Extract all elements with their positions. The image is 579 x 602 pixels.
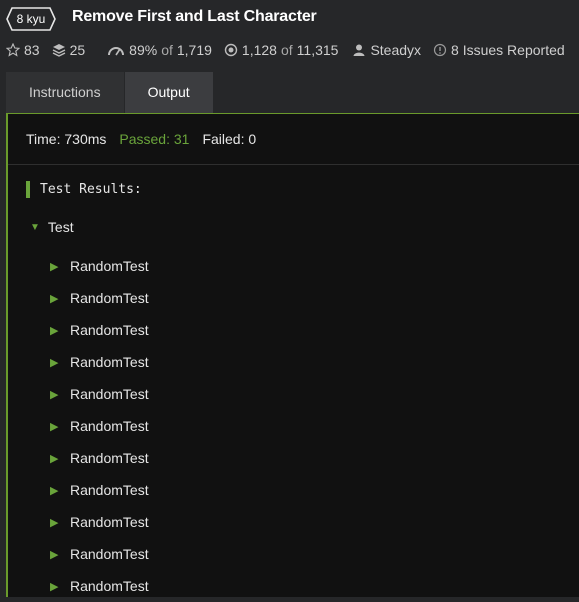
test-item-label: RandomTest: [70, 354, 149, 370]
rank-label: 8 kyu: [16, 12, 46, 26]
caret-right-icon: ▶: [50, 548, 59, 561]
author-name: Steadyx: [370, 42, 422, 58]
votes-of-label: of: [161, 42, 173, 58]
test-item-label: RandomTest: [70, 578, 149, 594]
caret-right-icon: ▶: [50, 452, 59, 465]
passed-label: Passed: 31: [119, 131, 190, 147]
test-item-label: RandomTest: [70, 258, 149, 274]
caret-right-icon: ▶: [50, 516, 59, 529]
author-stat[interactable]: Steadyx: [352, 42, 421, 58]
test-item[interactable]: ▶ RandomTest: [50, 282, 149, 314]
tab-output[interactable]: Output: [124, 72, 214, 113]
caret-right-icon: ▶: [50, 260, 59, 273]
satisfaction-stat: 89% of 1,719: [107, 42, 212, 58]
caret-right-icon: ▶: [50, 484, 59, 497]
issues-label: 8 Issues Reported: [451, 42, 565, 58]
info-icon: [433, 43, 447, 57]
test-item-label: RandomTest: [70, 514, 149, 530]
test-item[interactable]: ▶ RandomTest: [50, 250, 149, 282]
attempts-of-label: of: [280, 42, 293, 58]
stars-stat[interactable]: 83: [6, 42, 40, 58]
tab-instructions[interactable]: Instructions: [6, 72, 125, 113]
kata-stats: 83 25 89% of 1,719 1,128 of 11,315 Stead…: [6, 40, 577, 60]
test-item-label: RandomTest: [70, 450, 149, 466]
target-icon: [224, 43, 238, 57]
attempts-count: 11,315: [296, 42, 339, 58]
test-item-label: RandomTest: [70, 290, 149, 306]
caret-down-icon: ▼: [30, 221, 40, 233]
caret-right-icon: ▶: [50, 420, 59, 433]
test-item-label: RandomTest: [70, 546, 149, 562]
test-item-label: RandomTest: [70, 482, 149, 498]
time-label: Time: 730ms: [26, 131, 107, 147]
test-item[interactable]: ▶ RandomTest: [50, 538, 149, 570]
caret-right-icon: ▶: [50, 356, 59, 369]
caret-right-icon: ▶: [50, 292, 59, 305]
completions-stat: 1,128 of 11,315: [224, 42, 339, 58]
test-item-label: RandomTest: [70, 322, 149, 338]
collections-count: 25: [69, 42, 86, 58]
user-icon: [353, 44, 365, 56]
test-item[interactable]: ▶ RandomTest: [50, 442, 149, 474]
test-results-header: Test Results:: [26, 181, 142, 198]
output-panel: Time: 730ms Passed: 31 Failed: 0 Test Re…: [6, 113, 579, 597]
layers-icon: [52, 44, 65, 57]
star-icon: [6, 43, 20, 57]
test-item[interactable]: ▶ RandomTest: [50, 506, 149, 538]
collections-stat[interactable]: 25: [52, 42, 86, 58]
caret-right-icon: ▶: [50, 388, 59, 401]
test-summary: Time: 730ms Passed: 31 Failed: 0: [8, 114, 579, 165]
test-list: ▶ RandomTest ▶ RandomTest ▶ RandomTest ▶ Ran…: [50, 250, 149, 602]
rank-badge: 8 kyu: [6, 7, 56, 31]
stars-count: 83: [24, 42, 40, 58]
test-item[interactable]: ▶ RandomTest: [50, 410, 149, 442]
test-group[interactable]: ▼ Test: [30, 219, 74, 235]
test-group-label: Test: [47, 219, 74, 235]
votes-count: 1,719: [176, 42, 212, 58]
issues-stat[interactable]: 8 Issues Reported: [433, 42, 565, 58]
test-item[interactable]: ▶ RandomTest: [50, 346, 149, 378]
caret-right-icon: ▶: [50, 324, 59, 337]
test-item[interactable]: ▶ RandomTest: [50, 314, 149, 346]
test-item[interactable]: ▶ RandomTest: [50, 570, 149, 602]
test-item[interactable]: ▶ RandomTest: [50, 474, 149, 506]
gauge-icon: [108, 47, 125, 56]
tab-bar: Instructions Output: [6, 72, 214, 113]
kata-title[interactable]: Remove First and Last Character: [72, 8, 317, 26]
failed-label: Failed: 0: [202, 131, 257, 147]
test-item-label: RandomTest: [70, 386, 149, 402]
completed-count: 1,128: [241, 42, 277, 58]
caret-right-icon: ▶: [50, 580, 59, 593]
test-item-label: RandomTest: [70, 418, 149, 434]
test-item[interactable]: ▶ RandomTest: [50, 378, 149, 410]
satisfaction-value: 89%: [129, 42, 158, 58]
kata-header: 8 kyu Remove First and Last Character 83…: [0, 0, 579, 72]
